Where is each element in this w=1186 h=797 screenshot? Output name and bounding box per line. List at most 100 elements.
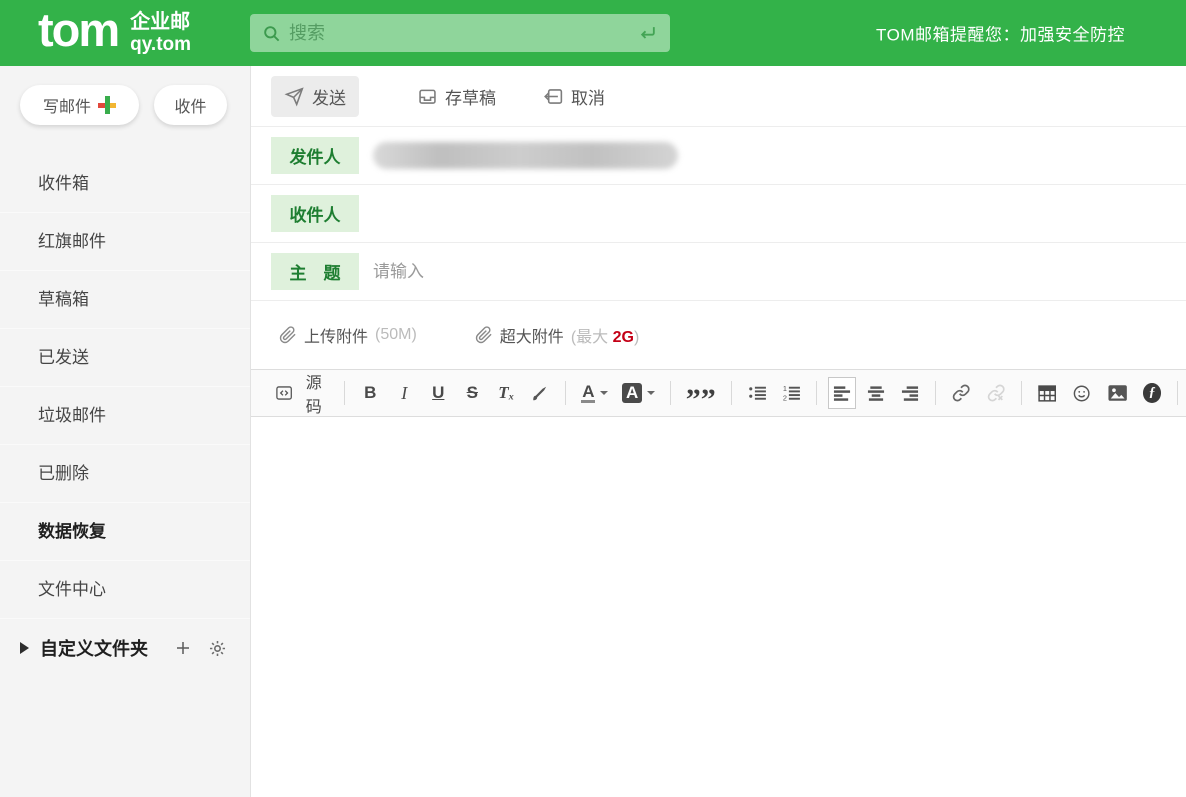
align-right-button[interactable] bbox=[896, 377, 924, 409]
paperclip-icon bbox=[475, 326, 493, 344]
toolbar-separator bbox=[565, 381, 566, 405]
unlink-icon bbox=[987, 383, 1005, 403]
bg-color-button[interactable]: A bbox=[618, 377, 659, 409]
flash-button[interactable]: ƒ bbox=[1138, 377, 1166, 409]
strikethrough-button[interactable]: S bbox=[458, 377, 486, 409]
underline-button[interactable]: U bbox=[424, 377, 452, 409]
numbered-list-icon: 12 bbox=[782, 384, 800, 402]
subject-row: 主 题 bbox=[251, 243, 1186, 301]
blockquote-button[interactable]: ”” bbox=[682, 377, 720, 409]
send-label: 发送 bbox=[312, 84, 346, 109]
editor-toolbar: 源码 B I U S Tₓ A A ”” bbox=[251, 369, 1186, 417]
from-label: 发件人 bbox=[271, 137, 359, 174]
compose-button-label: 写邮件 bbox=[43, 93, 91, 117]
large-attachment-label: 超大附件 bbox=[500, 323, 564, 347]
align-left-button[interactable] bbox=[828, 377, 856, 409]
numbered-list-button[interactable]: 12 bbox=[777, 377, 805, 409]
table-button[interactable] bbox=[1033, 377, 1061, 409]
to-input[interactable] bbox=[373, 185, 1186, 242]
svg-text:1: 1 bbox=[783, 384, 787, 393]
italic-button[interactable]: I bbox=[390, 377, 418, 409]
source-code-icon bbox=[275, 383, 293, 403]
sidebar-item-deleted[interactable]: 已删除 bbox=[0, 445, 250, 503]
large-attachment-button[interactable]: 超大附件 (最大 2G) bbox=[475, 323, 639, 347]
add-folder-icon[interactable] bbox=[174, 639, 192, 657]
chevron-down-icon bbox=[647, 391, 655, 395]
image-button[interactable] bbox=[1103, 377, 1132, 409]
text-color-button[interactable]: A bbox=[577, 377, 612, 409]
large-attachment-max-size: 2G bbox=[613, 329, 634, 346]
upload-attachment-label: 上传附件 bbox=[304, 323, 368, 347]
align-center-button[interactable] bbox=[862, 377, 890, 409]
sidebar-actions: 写邮件 收件 bbox=[0, 66, 250, 125]
search-box[interactable] bbox=[250, 14, 670, 52]
compose-pane: 发送 存草稿 取消 发件人 收件人 主 题 bbox=[250, 66, 1186, 797]
expand-arrow-icon[interactable] bbox=[20, 642, 29, 654]
svg-text:2: 2 bbox=[783, 393, 787, 402]
save-draft-button[interactable]: 存草稿 bbox=[417, 84, 496, 109]
smiley-icon bbox=[1072, 383, 1091, 404]
compose-actionbar: 发送 存草稿 取消 bbox=[251, 66, 1186, 127]
subject-label: 主 题 bbox=[271, 253, 359, 290]
toolbar-separator bbox=[816, 381, 817, 405]
bullet-list-icon bbox=[748, 384, 766, 402]
toolbar-separator bbox=[1177, 381, 1178, 405]
cancel-label: 取消 bbox=[571, 84, 605, 109]
brand-block: 企业邮 qy.tom bbox=[130, 11, 191, 56]
align-center-icon bbox=[867, 385, 885, 402]
folder-settings-icon[interactable] bbox=[208, 639, 227, 658]
toolbar-separator bbox=[731, 381, 732, 405]
text-color-label: A bbox=[581, 384, 595, 403]
app-root: tom 企业邮 qy.tom TOM邮箱提醒您：加强安全防控 写邮件 收件 bbox=[0, 0, 1186, 797]
toolbar-separator bbox=[344, 381, 345, 405]
toolbar-separator bbox=[1021, 381, 1022, 405]
bg-color-label: A bbox=[622, 383, 642, 403]
remove-format-button[interactable]: Tₓ bbox=[492, 377, 520, 409]
from-row: 发件人 bbox=[251, 127, 1186, 185]
save-draft-icon bbox=[417, 86, 438, 107]
to-label: 收件人 bbox=[271, 195, 359, 232]
upload-attachment-button[interactable]: 上传附件 (50M) bbox=[279, 323, 417, 347]
sidebar-item-spam[interactable]: 垃圾邮件 bbox=[0, 387, 250, 445]
from-address-redacted bbox=[373, 142, 678, 169]
receive-button[interactable]: 收件 bbox=[154, 85, 227, 125]
compose-button[interactable]: 写邮件 bbox=[20, 85, 139, 125]
to-row: 收件人 bbox=[251, 185, 1186, 243]
sidebar-item-flagged[interactable]: 红旗邮件 bbox=[0, 213, 250, 271]
sidebar-item-sent[interactable]: 已发送 bbox=[0, 329, 250, 387]
bullet-list-button[interactable] bbox=[743, 377, 771, 409]
search-enter-icon[interactable] bbox=[638, 23, 658, 43]
brush-icon bbox=[531, 384, 549, 403]
unlink-button[interactable] bbox=[982, 377, 1010, 409]
send-plane-icon bbox=[284, 86, 305, 107]
bold-button[interactable]: B bbox=[356, 377, 384, 409]
receive-button-label: 收件 bbox=[174, 93, 206, 117]
chevron-down-icon bbox=[600, 391, 608, 395]
compose-plus-icon bbox=[98, 96, 116, 114]
editor-body[interactable] bbox=[251, 417, 1186, 797]
search-icon bbox=[262, 24, 281, 43]
sidebar-item-drafts[interactable]: 草稿箱 bbox=[0, 271, 250, 329]
toolbar-separator bbox=[935, 381, 936, 405]
sidebar-custom-folders[interactable]: 自定义文件夹 bbox=[0, 619, 250, 677]
cancel-button[interactable]: 取消 bbox=[543, 84, 605, 109]
align-right-icon bbox=[901, 385, 919, 402]
sidebar: 写邮件 收件 收件箱 红旗邮件 草稿箱 已发送 垃圾邮件 已删除 数据恢复 文件… bbox=[0, 66, 250, 797]
header: tom 企业邮 qy.tom TOM邮箱提醒您：加强安全防控 bbox=[0, 0, 1186, 66]
subject-input[interactable] bbox=[373, 243, 1186, 300]
link-button[interactable] bbox=[947, 377, 975, 409]
search-input[interactable] bbox=[289, 23, 638, 44]
sidebar-item-file-center[interactable]: 文件中心 bbox=[0, 561, 250, 619]
format-painter-button[interactable] bbox=[526, 377, 554, 409]
source-label: 源码 bbox=[299, 369, 328, 417]
security-notice: TOM邮箱提醒您：加强安全防控 bbox=[876, 21, 1125, 46]
source-button[interactable]: 源码 bbox=[270, 377, 333, 409]
link-icon bbox=[952, 383, 970, 403]
folder-list: 收件箱 红旗邮件 草稿箱 已发送 垃圾邮件 已删除 数据恢复 文件中心 bbox=[0, 155, 250, 619]
cancel-back-icon bbox=[543, 86, 564, 107]
toolbar-separator bbox=[670, 381, 671, 405]
send-button[interactable]: 发送 bbox=[271, 76, 359, 117]
sidebar-item-data-recovery[interactable]: 数据恢复 bbox=[0, 503, 250, 561]
sidebar-item-inbox[interactable]: 收件箱 bbox=[0, 155, 250, 213]
emoji-button[interactable] bbox=[1067, 377, 1096, 409]
